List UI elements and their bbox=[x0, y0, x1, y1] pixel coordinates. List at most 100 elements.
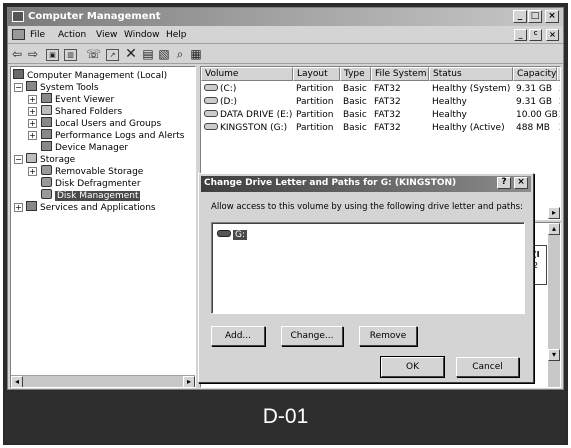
tree-item-label: System Tools bbox=[40, 83, 99, 93]
folder-open-icon[interactable]: ▤ bbox=[141, 47, 155, 62]
tree-item-shared-folders[interactable]: Shared Folders bbox=[41, 105, 122, 117]
help-icon[interactable]: ☏ bbox=[86, 47, 101, 62]
scroll-right-icon[interactable]: ▸ bbox=[548, 207, 560, 219]
tree-item-device-manager[interactable]: Device Manager bbox=[41, 141, 128, 153]
status-cell: Healthy bbox=[432, 97, 467, 107]
shared-folders-icon bbox=[41, 105, 52, 115]
file-system-cell: FAT32 bbox=[374, 97, 401, 107]
disk-management-icon bbox=[41, 189, 52, 199]
search-icon[interactable]: ⌕ bbox=[173, 47, 187, 62]
expand-icon[interactable]: + bbox=[28, 95, 37, 104]
type-cell: Basic bbox=[343, 110, 367, 120]
drive-paths-list[interactable]: G: bbox=[211, 222, 525, 314]
close-button[interactable]: × bbox=[545, 10, 559, 23]
child-close-button[interactable]: × bbox=[546, 29, 559, 41]
caption-banner: D-01 bbox=[5, 391, 566, 443]
menu-help[interactable]: Help bbox=[166, 30, 187, 40]
change-drive-letter-dialog: Change Drive Letter and Paths for G: (KI… bbox=[198, 173, 534, 383]
delete-icon[interactable]: ✕ bbox=[124, 47, 138, 62]
forward-arrow-icon[interactable]: ⇨ bbox=[26, 47, 40, 62]
column-header-type[interactable]: Type bbox=[340, 67, 371, 81]
console-tree: Computer Management (Local) − System Too… bbox=[10, 66, 196, 388]
computer-management-window: Computer Management _ □ × File Action Vi… bbox=[7, 7, 564, 390]
cancel-button[interactable]: Cancel bbox=[456, 357, 519, 377]
expand-icon[interactable]: + bbox=[28, 107, 37, 116]
help-icon[interactable]: ? bbox=[497, 177, 511, 189]
menu-window[interactable]: Window bbox=[124, 30, 160, 40]
drive-path-label: G: bbox=[233, 230, 248, 240]
column-header-free[interactable]: Fi bbox=[557, 67, 560, 81]
column-header-layout[interactable]: Layout bbox=[293, 67, 340, 81]
child-restore-button[interactable]: ꟲ bbox=[529, 29, 542, 41]
volume-name: KINGSTON (G:) bbox=[220, 123, 288, 133]
window-title: Computer Management bbox=[28, 11, 161, 22]
child-minimize-button[interactable]: _ bbox=[514, 29, 527, 41]
tree-item-performance-logs[interactable]: Performance Logs and Alerts bbox=[41, 129, 184, 141]
maximize-button[interactable]: □ bbox=[528, 10, 542, 23]
usb-drive-icon bbox=[204, 123, 218, 130]
add-button[interactable]: Add... bbox=[211, 326, 265, 346]
minimize-button[interactable]: _ bbox=[513, 10, 527, 23]
menu-bar: File Action View Window Help _ ꟲ × bbox=[8, 27, 563, 44]
scroll-up-icon[interactable]: ▴ bbox=[548, 223, 560, 235]
menu-view[interactable]: View bbox=[96, 30, 117, 40]
dialog-title-bar[interactable]: Change Drive Letter and Paths for G: (KI… bbox=[201, 176, 531, 192]
ok-button[interactable]: OK bbox=[380, 356, 445, 378]
tree-item-computer-management[interactable]: Computer Management (Local) bbox=[13, 69, 167, 81]
collapse-icon[interactable]: − bbox=[14, 83, 23, 92]
menu-action[interactable]: Action bbox=[58, 30, 86, 40]
show-hide-tree-icon[interactable]: ▥ bbox=[64, 49, 77, 61]
type-cell: Basic bbox=[343, 97, 367, 107]
status-cell: Healthy (System) bbox=[432, 84, 511, 94]
system-menu-icon[interactable] bbox=[12, 29, 25, 40]
scroll-left-icon[interactable]: ◂ bbox=[11, 376, 23, 387]
defrag-icon bbox=[41, 177, 52, 187]
properties-icon[interactable]: ↗ bbox=[106, 49, 119, 61]
menu-file[interactable]: File bbox=[30, 30, 45, 40]
column-header-status[interactable]: Status bbox=[429, 67, 513, 81]
dialog-close-button[interactable]: × bbox=[514, 177, 528, 189]
column-header-volume[interactable]: Volume bbox=[201, 67, 293, 81]
scroll-right-icon[interactable]: ▸ bbox=[183, 376, 195, 387]
tree-item-label: Services and Applications bbox=[40, 203, 156, 213]
expand-icon[interactable]: + bbox=[14, 203, 23, 212]
free-cell: 5 bbox=[559, 83, 560, 95]
layout-cell: Partition bbox=[296, 84, 334, 94]
list-item[interactable]: G: bbox=[217, 229, 248, 241]
capacity-cell: 9.31 GB bbox=[516, 84, 553, 94]
tree-item-label-selected: Disk Management bbox=[55, 191, 141, 201]
dialog-instruction: Allow access to this volume by using the… bbox=[211, 202, 523, 212]
lower-vertical-scrollbar[interactable]: ▴ ▾ bbox=[548, 223, 560, 387]
status-cell: Healthy (Active) bbox=[432, 123, 505, 133]
scroll-down-icon[interactable]: ▾ bbox=[548, 349, 560, 361]
tree-horizontal-scrollbar[interactable]: ◂ ▸ bbox=[11, 375, 195, 387]
column-header-capacity[interactable]: Capacity bbox=[513, 67, 557, 81]
column-header-file-system[interactable]: File System bbox=[371, 67, 429, 81]
tree-item-storage[interactable]: Storage bbox=[26, 153, 75, 165]
tree-item-disk-management[interactable]: Disk Management bbox=[41, 189, 141, 201]
tree-item-removable-storage[interactable]: Removable Storage bbox=[41, 165, 143, 177]
tree-item-services-applications[interactable]: Services and Applications bbox=[26, 201, 156, 213]
tree-item-event-viewer[interactable]: Event Viewer bbox=[41, 93, 114, 105]
dialog-title: Change Drive Letter and Paths for G: (KI… bbox=[204, 178, 457, 188]
expand-icon[interactable]: + bbox=[28, 119, 37, 128]
tree-item-system-tools[interactable]: System Tools bbox=[26, 81, 99, 93]
up-folder-icon[interactable]: ▣ bbox=[46, 49, 59, 61]
expand-icon[interactable]: + bbox=[28, 167, 37, 176]
collapse-icon[interactable]: − bbox=[14, 155, 23, 164]
back-arrow-icon[interactable]: ⇦ bbox=[10, 47, 24, 62]
change-button[interactable]: Change... bbox=[281, 326, 343, 346]
tree-item-label: Storage bbox=[40, 155, 76, 165]
tree-item-disk-defragmenter[interactable]: Disk Defragmenter bbox=[41, 177, 141, 189]
title-bar[interactable]: Computer Management _ □ × bbox=[8, 8, 563, 26]
export-icon[interactable]: ▦ bbox=[189, 47, 203, 62]
tree-item-label: Computer Management (Local) bbox=[27, 71, 168, 81]
folder-new-icon[interactable]: ▧ bbox=[157, 47, 171, 62]
tree-item-local-users-groups[interactable]: Local Users and Groups bbox=[41, 117, 161, 129]
expand-icon[interactable]: + bbox=[28, 131, 37, 140]
status-cell: Healthy bbox=[432, 110, 467, 120]
event-viewer-icon bbox=[41, 93, 52, 103]
volume-name: (C:) bbox=[220, 84, 237, 94]
remove-button[interactable]: Remove bbox=[359, 326, 417, 346]
services-icon bbox=[26, 201, 37, 211]
